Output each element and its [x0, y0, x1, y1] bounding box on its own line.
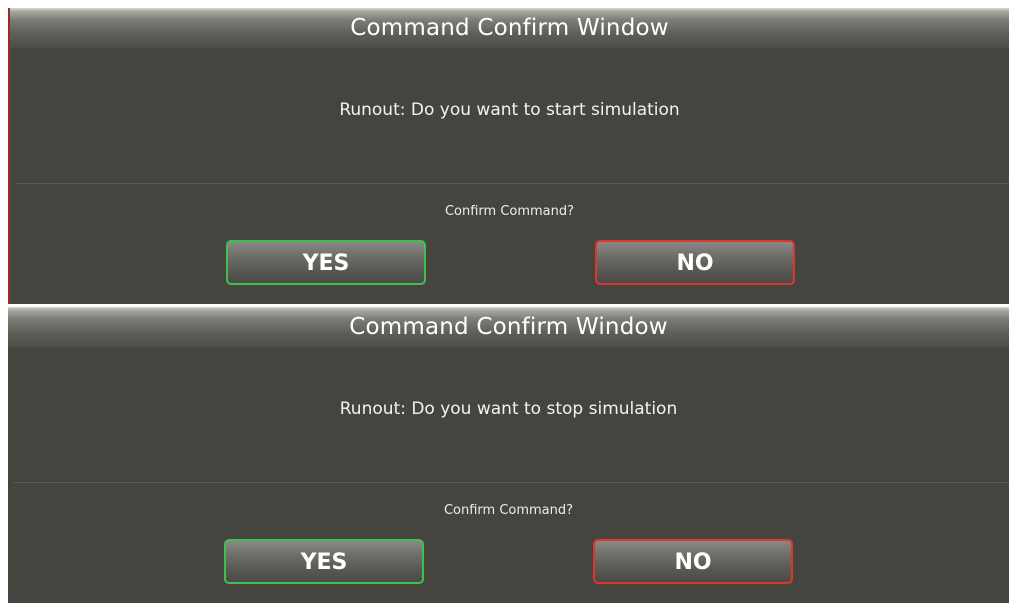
command-confirm-dialog-stop: Command Confirm Window Runout: Do you wa…	[8, 307, 1009, 603]
command-confirm-dialog-start: Command Confirm Window Runout: Do you wa…	[8, 8, 1009, 304]
yes-button[interactable]: YES	[224, 539, 424, 584]
yes-button[interactable]: YES	[226, 240, 426, 285]
no-button[interactable]: NO	[595, 240, 795, 285]
no-button[interactable]: NO	[593, 539, 793, 584]
confirm-command-label: Confirm Command?	[444, 204, 575, 219]
dialog-title: Command Confirm Window	[10, 8, 1009, 48]
dialog-message: Runout: Do you want to stop simulation	[339, 399, 678, 419]
divider	[14, 482, 1009, 483]
dialog-message: Runout: Do you want to start simulation	[339, 100, 680, 120]
divider	[16, 183, 1009, 184]
confirm-command-label: Confirm Command?	[443, 503, 574, 518]
dialog-title: Command Confirm Window	[8, 307, 1009, 347]
